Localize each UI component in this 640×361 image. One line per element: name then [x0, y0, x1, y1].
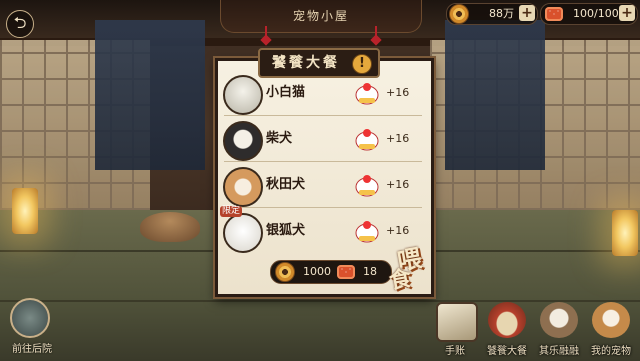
pet-name: 银狐犬 [266, 223, 306, 238]
nav-label: 手账 [445, 346, 465, 357]
red-knot-decoration [260, 26, 272, 46]
go-backyard-label: 前往后院 [12, 344, 52, 355]
roast-chicken-icon [355, 83, 379, 105]
noren-curtain-left [95, 20, 205, 170]
coin-counter: 88万 + [446, 3, 538, 25]
coin-value: 88万 [489, 7, 514, 20]
nav-label: 其乐融融 [539, 346, 579, 357]
add-coins-button[interactable]: + [519, 5, 535, 21]
noren-curtain-right [445, 20, 545, 170]
pets-together-icon [540, 302, 578, 338]
white-cat-avatar-icon [223, 75, 263, 115]
bonus-value: +16 [386, 132, 410, 145]
coin-cost: 1000 [303, 265, 331, 278]
coin-icon [275, 262, 295, 282]
nav-label: 我的宠物 [591, 346, 631, 357]
akita-avatar-icon [223, 167, 263, 207]
pet-row-akita[interactable]: 秋田犬 +16 [218, 162, 428, 208]
nav-feast[interactable]: 饕餮大餐 [480, 302, 534, 358]
silver-fox-dog-avatar-icon [223, 213, 263, 253]
feast-dish-icon [488, 302, 526, 338]
my-pets-icon [592, 302, 630, 338]
pet-row-white-cat[interactable]: 小白猫 +16 [218, 70, 428, 116]
red-knot-decoration [370, 26, 382, 46]
feed-button[interactable]: 喂 食 [387, 240, 439, 295]
add-food-button[interactable]: + [619, 5, 635, 21]
pet-row-shiba[interactable]: 柴犬 +16 [218, 116, 428, 162]
nav-my-pets[interactable]: 我的宠物 [584, 302, 638, 358]
pet-name: 柴犬 [266, 131, 293, 146]
journal-icon [436, 302, 478, 342]
nav-together[interactable]: 其乐融融 [532, 302, 586, 358]
lantern-left [12, 188, 38, 234]
limited-badge: 限定 [220, 206, 243, 217]
backyard-lantern-icon [10, 298, 50, 338]
fish-food-icon [337, 265, 355, 279]
room-title-plaque: 宠物小屋 [220, 0, 422, 33]
room-title: 宠物小屋 [292, 9, 349, 23]
food-counter: 100/100 + [540, 3, 638, 25]
coin-icon [449, 4, 469, 24]
back-button[interactable]: ⮌ [6, 10, 34, 38]
feed-cost-bar: 1000 18 [270, 260, 392, 284]
roast-chicken-icon [355, 175, 379, 197]
bonus-value: +16 [386, 178, 410, 191]
food-cost: 18 [363, 265, 377, 278]
go-backyard-button[interactable]: 前往后院 [6, 298, 52, 358]
nav-label: 饕餮大餐 [487, 346, 527, 357]
lantern-right [612, 210, 638, 256]
bonus-value: +16 [386, 86, 410, 99]
roast-chicken-icon [355, 129, 379, 151]
roast-chicken-icon [355, 221, 379, 243]
pet-basket[interactable] [140, 212, 200, 242]
food-value: 100/100 [573, 7, 619, 20]
pet-name: 小白猫 [266, 85, 306, 100]
nav-journal[interactable]: 手账 [428, 302, 482, 358]
pet-name: 秋田犬 [266, 177, 306, 192]
shiba-avatar-icon [223, 121, 263, 161]
fish-food-icon [545, 7, 563, 21]
